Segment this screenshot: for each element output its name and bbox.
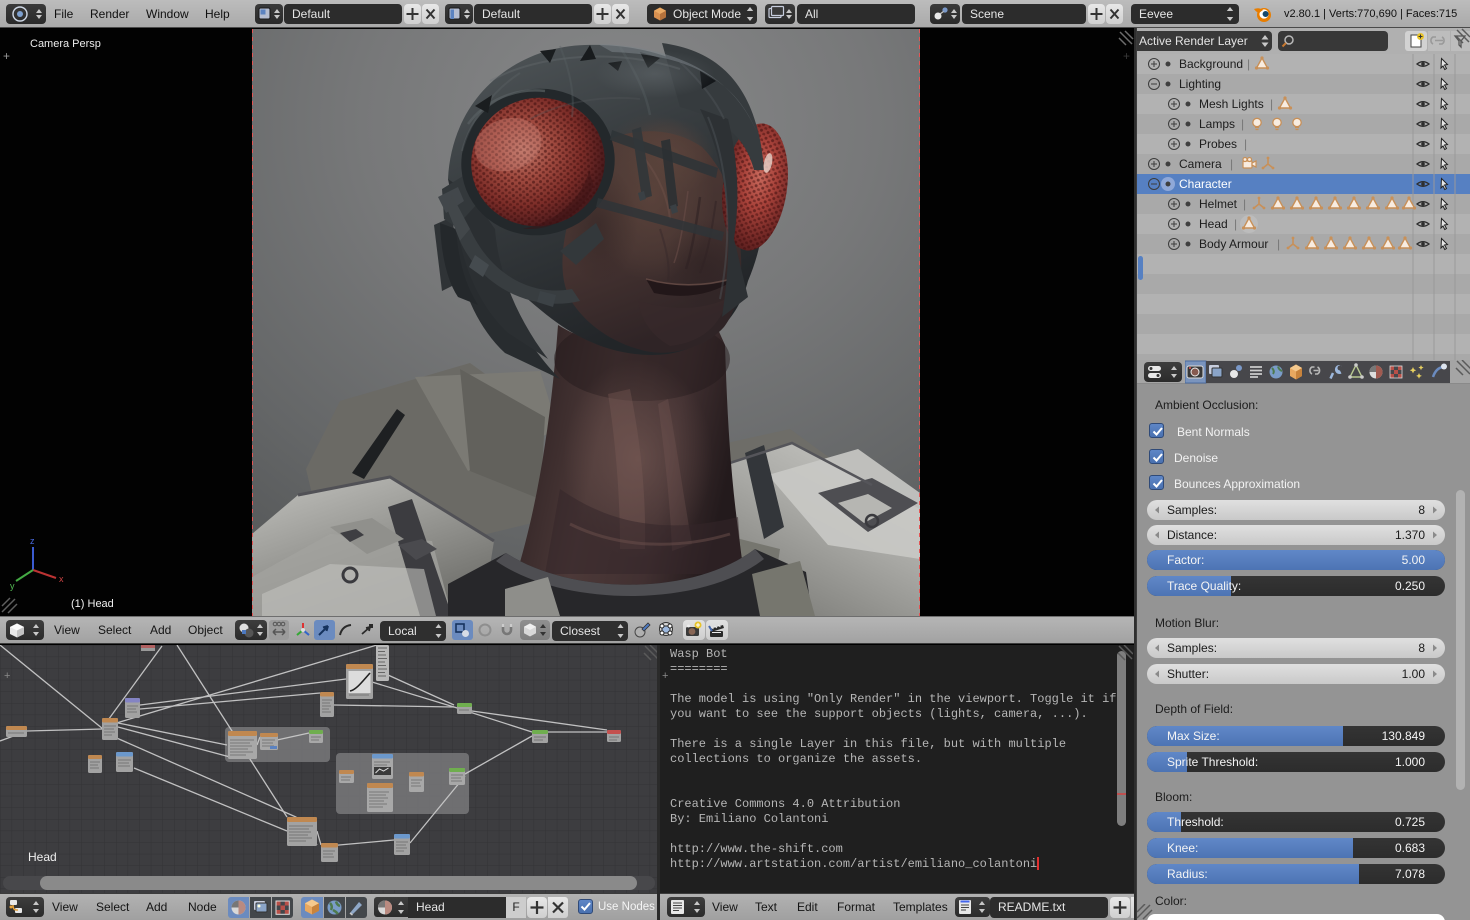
svg-text:Head: Head (1199, 217, 1228, 231)
svg-text:Character: Character (1179, 177, 1232, 191)
svg-text:|: | (1277, 237, 1280, 251)
svg-text:Helmet: Helmet (1199, 197, 1238, 211)
svg-text:+: + (1123, 49, 1130, 63)
svg-text:|: | (1244, 137, 1247, 151)
svg-text:Active Render Layer: Active Render Layer (1139, 34, 1248, 48)
svg-text:x: x (59, 574, 64, 584)
svg-text:Camera: Camera (1179, 157, 1222, 171)
svg-text:+: + (3, 49, 10, 63)
svg-text:|: | (1234, 217, 1237, 231)
svg-text:Probes: Probes (1199, 137, 1237, 151)
svg-text:Body Armour: Body Armour (1199, 237, 1268, 251)
svg-text:y: y (10, 581, 15, 591)
svg-text:|: | (1247, 57, 1250, 71)
svg-text:|: | (1241, 117, 1244, 131)
svg-text:+: + (4, 670, 10, 682)
svg-text:z: z (30, 536, 35, 546)
svg-text:Lamps: Lamps (1199, 117, 1235, 131)
svg-text:|: | (1243, 197, 1246, 211)
svg-text:Mesh Lights: Mesh Lights (1199, 97, 1264, 111)
svg-text:|: | (1270, 97, 1273, 111)
svg-text:Camera Persp: Camera Persp (30, 38, 101, 50)
svg-text:Head: Head (28, 850, 57, 864)
svg-text:|: | (1230, 157, 1233, 171)
svg-text:Background: Background (1179, 57, 1243, 71)
svg-text:(1) Head: (1) Head (71, 598, 114, 610)
svg-text:Lighting: Lighting (1179, 77, 1221, 91)
